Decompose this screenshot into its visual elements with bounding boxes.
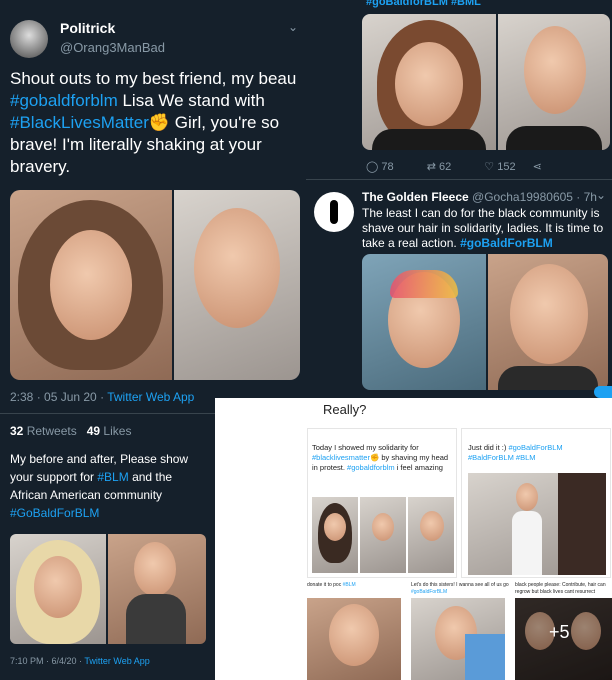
post-card: Let's do this sisters! I wanna see all o… (411, 578, 509, 680)
like-count[interactable]: 49 (87, 424, 100, 438)
tweet-text: Shout outs to my best friend, my beau #g… (10, 69, 297, 176)
chevron-down-icon[interactable]: ⌄ (596, 188, 606, 202)
before-photo[interactable] (10, 534, 106, 644)
post-photo[interactable] (408, 497, 454, 573)
hashtag[interactable]: #goBaldForBLM (411, 589, 447, 595)
post-photo[interactable] (360, 497, 406, 573)
post-photo[interactable] (312, 497, 358, 573)
post-card: Today I showed my solidarity for #blackl… (307, 428, 457, 578)
retweet-button[interactable]: ⇄ 62 (427, 161, 452, 173)
after-photo[interactable] (108, 534, 206, 644)
tweet-timestamp: 2:38 · 05 Jun 20 · Twitter Web App (10, 390, 195, 404)
reply-button[interactable]: ◯ 78 (366, 161, 394, 173)
heart-icon: ♡ (484, 161, 495, 173)
avatar[interactable] (314, 192, 354, 232)
post-text: Let's do this sisters! I wanna see all o… (411, 582, 509, 595)
scroll-indicator[interactable] (594, 386, 612, 398)
engagement-stats: 32 Retweets 49 Likes (10, 424, 132, 438)
post-photo[interactable] (411, 598, 505, 680)
after-photo[interactable] (174, 190, 300, 380)
retweet-count[interactable]: 32 (10, 424, 23, 438)
post-card: Just did it :) #goBaldForBLM #BaldForBLM… (461, 428, 611, 578)
post-text: Just did it :) #goBaldForBLM #BaldForBLM… (468, 443, 563, 462)
tweet-politrick: Politrick @Orang3ManBad ⌄ Shout outs to … (0, 0, 305, 450)
makeup-photo[interactable] (362, 254, 486, 390)
hashtag[interactable]: #BLM (343, 582, 356, 588)
display-name[interactable]: The Golden Fleece (362, 190, 469, 204)
collage-title: Really? (323, 402, 367, 417)
tweet-before-after: My before and after, Please show your su… (0, 450, 215, 680)
post-card: donate it to poc #BLM (307, 578, 405, 680)
reply-icon: ◯ (366, 161, 379, 173)
before-photo[interactable] (362, 14, 496, 150)
post-text: black people please: Contribute, hair ca… (515, 582, 606, 595)
retweet-icon: ⇄ (426, 161, 436, 173)
hashtag-blacklivesmatter[interactable]: #BlackLivesMatter (10, 113, 149, 132)
avatar[interactable] (10, 20, 48, 58)
post-photo[interactable] (468, 473, 606, 575)
display-name[interactable]: Politrick (60, 20, 115, 36)
action-bar: ◯ 78 ⇄ 62 ♡ 152 ⋖ (366, 160, 606, 173)
hashtag[interactable]: #gobaldforblm (347, 463, 395, 472)
hashtag-gobaldforblm[interactable]: #GoBaldForBLM (10, 506, 99, 520)
hashtag-gobaldforblm[interactable]: #gobaldforblm (10, 91, 118, 110)
post-card: black people please: Contribute, hair ca… (515, 578, 612, 680)
hashtags[interactable]: #goBaldforBLM #BML (366, 0, 481, 8)
hashtag-blm[interactable]: #BLM (97, 470, 128, 484)
post-photo[interactable]: +5 (515, 598, 612, 680)
tweet-timestamp: 7:10 PM · 6/4/20 · Twitter Web App (10, 656, 150, 666)
post-photo[interactable] (307, 598, 401, 680)
after-photo[interactable] (498, 14, 610, 150)
handle[interactable]: @Gocha19980605 · 7h (469, 190, 597, 204)
chevron-down-icon[interactable]: ⌄ (288, 20, 298, 34)
post-text: Today I showed my solidarity for #blackl… (312, 443, 449, 472)
tweet-text: The least I can do for the black communi… (362, 206, 604, 250)
share-button[interactable]: ⋖ (533, 161, 542, 173)
tweet-text: My before and after, Please show your su… (10, 452, 189, 520)
bald-photo[interactable] (488, 254, 608, 390)
post-text: donate it to poc #BLM (307, 582, 356, 588)
tweet-header: The Golden Fleece @Gocha19980605 · 7h (362, 190, 607, 204)
before-photo[interactable] (10, 190, 172, 380)
fist-emoji-icon: ✊ (369, 453, 380, 462)
tweet-golden-fleece: The Golden Fleece @Gocha19980605 · 7h ⌄ … (306, 180, 612, 398)
fist-emoji-icon: ✊ (148, 113, 171, 132)
like-button[interactable]: ♡ 152 (484, 161, 515, 173)
hashtag-gobaldforblm[interactable]: #goBaldForBLM (460, 236, 553, 250)
source-link[interactable]: Twitter Web App (84, 656, 149, 666)
tweet-gobaldforblm-photo: #goBaldforBLM #BML ◯ 78 ⇄ 62 ♡ 152 ⋖ (306, 0, 612, 180)
hashtag[interactable]: #blacklivesmatter (312, 453, 370, 462)
more-photos-count[interactable]: +5 (549, 622, 570, 643)
handle[interactable]: @Orang3ManBad (60, 40, 165, 55)
share-icon: ⋖ (532, 161, 542, 173)
collage-panel: Really? Today I showed my solidarity for… (215, 398, 612, 680)
source-link[interactable]: Twitter Web App (107, 390, 194, 404)
